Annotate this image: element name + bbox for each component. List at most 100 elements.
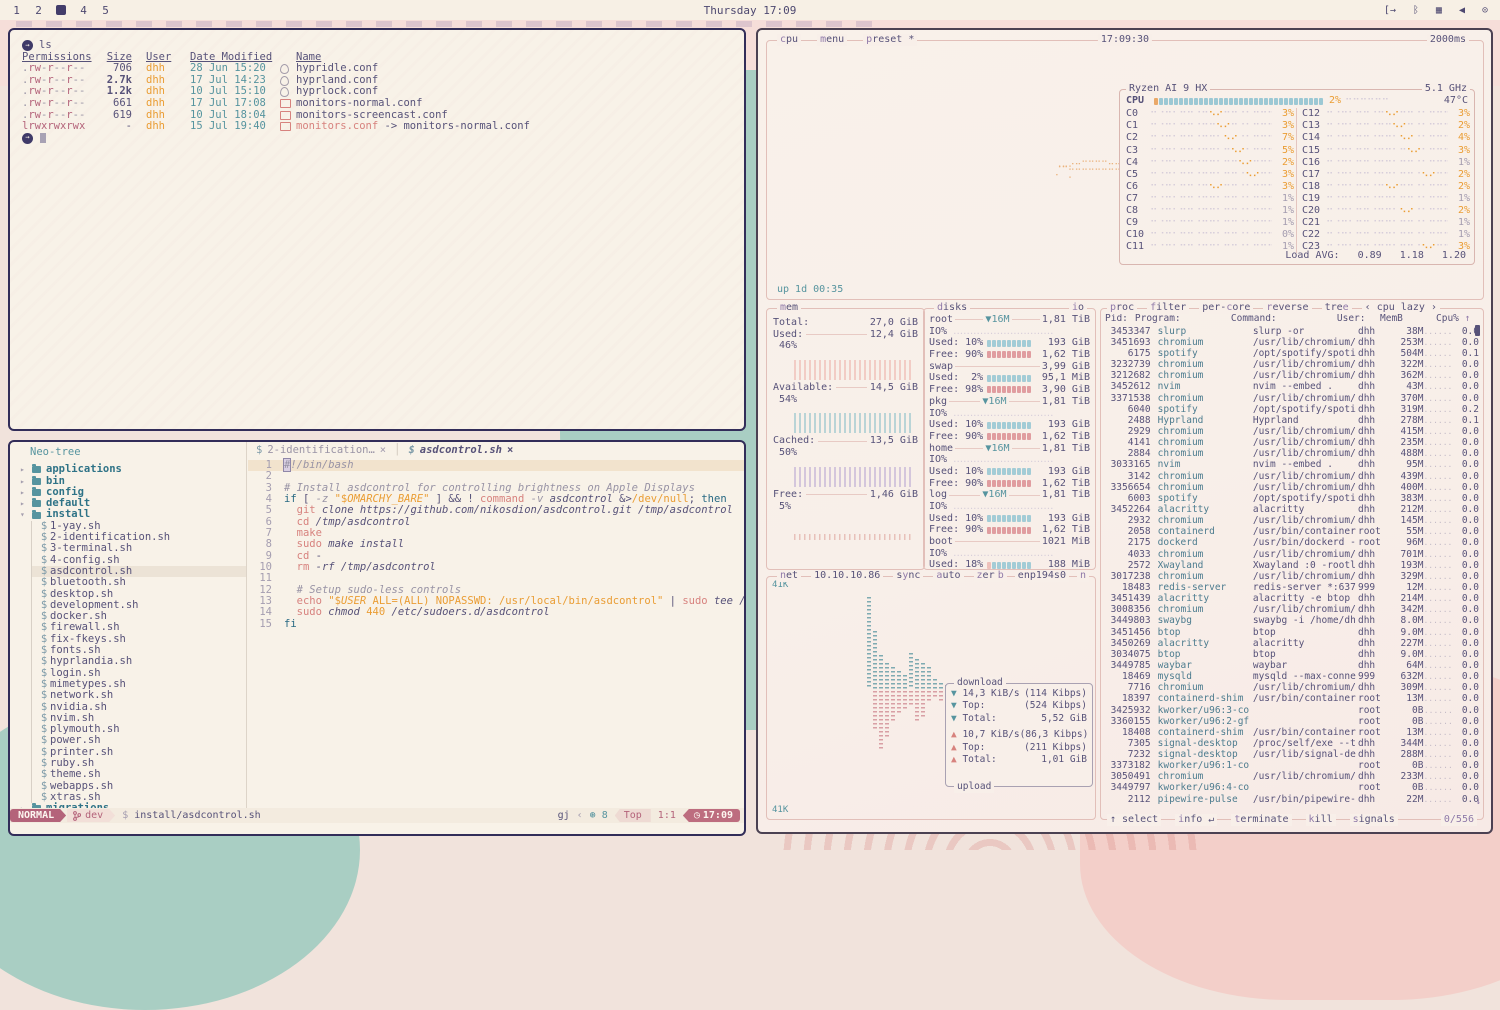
net-tab[interactable]: net [777, 570, 801, 582]
tree-file-hyprlandia.sh[interactable]: $hyprlandia.sh [32, 656, 246, 667]
process-row[interactable]: 2884chromium/usr/lib/chromium/dhh488M...… [1105, 449, 1479, 460]
process-row[interactable]: 3360155kworker/u96:2-gfroot0B......0.0 [1105, 716, 1479, 727]
proc-tab-cpulazy[interactable]: ‹ cpu lazy › [1362, 302, 1440, 314]
process-row[interactable]: 2175dockerd/usr/bin/dockerd -root96M....… [1105, 538, 1479, 549]
process-row[interactable]: 18408containerd-shim/usr/bin/containerro… [1105, 727, 1479, 738]
process-row[interactable]: 3356654chromium/usr/lib/chromium/dhh400M… [1105, 482, 1479, 493]
action-terminate[interactable]: terminate [1231, 814, 1291, 826]
process-row[interactable]: 18483redis-serverredis-server *:63799912… [1105, 582, 1479, 593]
io-tab[interactable]: io [1069, 302, 1087, 313]
process-row[interactable]: 3449803swaybgswaybg -i /home/dhdhh8.0M..… [1105, 616, 1479, 627]
process-row[interactable]: 3371538chromium/usr/lib/chromium/dhh370M… [1105, 393, 1479, 404]
process-row[interactable]: 3373182kworker/u96:1-coroot0B......0.0 [1105, 760, 1479, 771]
screencast-icon[interactable]: [→ [1384, 5, 1396, 16]
tree-file-theme.sh[interactable]: $theme.sh [32, 769, 246, 780]
code-line[interactable]: 15fi [248, 619, 744, 630]
core-row: C10⠒⠐⠒⠂⠒⠒⠐⠒⠒⠂⠒⠒⠐⠂⠒⠒⠒⠐0% [1126, 229, 1294, 241]
btop-tab-cpu[interactable]: cpu [777, 34, 801, 46]
tab-close-icon[interactable]: × [507, 444, 513, 456]
action-info[interactable]: info ↵ [1175, 814, 1217, 826]
prompt-line[interactable]: → [22, 133, 744, 144]
workspace-4[interactable]: 4 [79, 4, 88, 17]
process-row[interactable]: 3453347slurpslurp -ordhh38M........0.0 [1105, 326, 1479, 337]
process-row[interactable]: 3033165nvimnvim --embed .dhh95M........0… [1105, 460, 1479, 471]
btop-tab-menu[interactable]: menu [817, 34, 847, 46]
process-row[interactable]: 3008356chromium/usr/lib/chromium/dhh342M… [1105, 605, 1479, 616]
process-row[interactable]: 7232signal-desktop/usr/lib/signal-dedhh2… [1105, 749, 1479, 760]
process-row[interactable]: 2572XwaylandXwayland :0 -rootldhh193M...… [1105, 560, 1479, 571]
bluetooth-icon[interactable]: ᛒ [1413, 5, 1419, 16]
process-row[interactable]: 3452264alacrittyalacrittydhh212M........… [1105, 504, 1479, 515]
tab-2-identification…[interactable]: $2-identification…× [256, 444, 386, 456]
memory-tab[interactable]: mem [777, 302, 801, 314]
tab-close-icon[interactable]: × [380, 444, 386, 456]
tree-file-3-terminal.sh[interactable]: $3-terminal.sh [32, 543, 246, 554]
proc-tab-percore[interactable]: per-core [1199, 302, 1253, 314]
chevron-right-icon: ▸ [20, 464, 30, 475]
workspace-2[interactable]: 2 [34, 4, 43, 17]
process-row[interactable]: 3452612nvimnvim --embed .dhh43M........0… [1105, 382, 1479, 393]
process-row[interactable]: 3450269alacrittyalacrittydhh227M........… [1105, 638, 1479, 649]
process-row[interactable]: 7716chromium/usr/lib/chromium/dhh309M...… [1105, 683, 1479, 694]
process-row[interactable]: 4033chromium/usr/lib/chromium/dhh701M...… [1105, 549, 1479, 560]
process-row[interactable]: 2058containerd/usr/bin/containerroot55M.… [1105, 527, 1479, 538]
process-row[interactable]: 3017238chromium/usr/lib/chromium/dhh329M… [1105, 571, 1479, 582]
process-row[interactable]: 4141chromium/usr/lib/chromium/dhh235M...… [1105, 437, 1479, 448]
process-row[interactable]: 6040spotify/opt/spotify/spotidhh319M....… [1105, 404, 1479, 415]
proc-tab-tree[interactable]: tree [1322, 302, 1352, 314]
update-interval[interactable]: 2000ms [1427, 34, 1469, 46]
process-row[interactable]: 2929chromium/usr/lib/chromium/dhh415M...… [1105, 426, 1479, 437]
process-row[interactable]: 2932chromium/usr/lib/chromium/dhh145M...… [1105, 515, 1479, 526]
disks-tab[interactable]: disks [934, 302, 970, 314]
code-line[interactable]: 6 cd /tmp/asdcontrol [248, 517, 744, 528]
proc-tab-proc[interactable]: proc [1107, 302, 1137, 314]
proc-tab-filter[interactable]: filter [1147, 302, 1189, 314]
process-row[interactable]: 3212682chromium/usr/lib/chromium/dhh362M… [1105, 371, 1479, 382]
process-row[interactable]: 6003spotify/opt/spotify/spotidhh383M....… [1105, 493, 1479, 504]
tab-asdcontrol.sh[interactable]: $asdcontrol.sh× [408, 444, 513, 456]
action-kill[interactable]: kill [1306, 814, 1336, 826]
workspace-5[interactable]: 5 [101, 4, 110, 17]
volume-icon[interactable]: ◀ [1459, 5, 1465, 16]
action-signals[interactable]: signals [1350, 814, 1398, 826]
process-row[interactable]: 6175spotify/opt/spotify/spotidhh504M....… [1105, 348, 1479, 359]
process-row[interactable]: 3142chromium/usr/lib/chromium/dhh439M...… [1105, 471, 1479, 482]
network-icon[interactable]: ▦ [1436, 5, 1442, 16]
cpu-graph-activity: ⢀⣀⡠⠤⠒⠒⠒⠒⠤⠤ ⠈⠉⠒⠒⠒⠒⠒⠒⠒⠒ ⠁⠀⠂⠀⠀⠀⠀ [1055, 159, 1121, 183]
scrollbar-thumb[interactable] [1475, 325, 1480, 336]
proc-tab-reverse[interactable]: reverse [1263, 302, 1311, 314]
code-line[interactable]: 10 rm -rf /tmp/asdcontrol [248, 562, 744, 573]
iface-n[interactable]: n [1077, 570, 1089, 582]
core-row: C0⠒⠐⠒⠂⠒⠒⠐⠒⠢⠔⠒⠒⠐⠂⠒⠒⠒⠐3% [1126, 108, 1294, 120]
workspace-1[interactable]: 1 [12, 4, 21, 17]
workspace-3[interactable] [56, 5, 66, 15]
tree-file-bluetooth.sh[interactable]: $bluetooth.sh [32, 577, 246, 588]
script-file-icon: $ [38, 769, 50, 780]
process-row[interactable]: 2488HyprlandHyprlanddhh278M........0.1 [1105, 415, 1479, 426]
process-row[interactable]: 18397containerd-shim/usr/bin/containerro… [1105, 694, 1479, 705]
net-tab-auto[interactable]: auto [933, 570, 963, 582]
btop-tab-preset[interactable]: preset * [863, 34, 917, 46]
process-row[interactable]: 3449785waybarwaybardhh64M........0.0 [1105, 660, 1479, 671]
process-row[interactable]: 3451456btopbtopdhh9.0M........0.0 [1105, 627, 1479, 638]
process-row[interactable]: 7305signal-desktop/proc/self/exe --tdhh3… [1105, 738, 1479, 749]
process-row[interactable]: 3449797kworker/u96:4-coroot0B......0.0 [1105, 783, 1479, 794]
process-row[interactable]: 3232739chromium/usr/lib/chromium/dhh322M… [1105, 359, 1479, 370]
process-row[interactable]: 3451693chromium/usr/lib/chromium/dhh253M… [1105, 337, 1479, 348]
iface-b[interactable]: b [995, 570, 1007, 582]
net-tab-sync[interactable]: sync [893, 570, 923, 582]
code-area[interactable]: 1#!/bin/bash23# Install asdcontrol for c… [248, 460, 744, 630]
process-row[interactable]: 3451439alacrittyalacritty -e btopdhh214M… [1105, 593, 1479, 604]
code-line[interactable]: 1#!/bin/bash [248, 460, 744, 471]
tree-file-network.sh[interactable]: $network.sh [32, 690, 246, 701]
process-row[interactable]: 3425932kworker/u96:3-coroot0B......0.0 [1105, 705, 1479, 716]
code-line[interactable]: 8 sudo make install [248, 539, 744, 550]
tree-dir-applications[interactable]: ▸applications [10, 464, 246, 475]
process-row[interactable]: 2112pipewire-pulse/usr/bin/pipewire-dhh2… [1105, 794, 1479, 805]
process-row[interactable]: 3050491chromium/usr/lib/chromium/dhh233M… [1105, 772, 1479, 783]
terminal-output[interactable]: →lsPermissionsSizeUserDate ModifiedName.… [10, 30, 744, 144]
process-row[interactable]: 3034075btopbtopdhh9.0M........0.0 [1105, 649, 1479, 660]
code-line[interactable]: 14 sudo chmod 440 /etc/sudoers.d/asdcont… [248, 607, 744, 618]
power-icon[interactable]: ⊙ [1482, 5, 1488, 16]
process-row[interactable]: 18469mysqldmysqld --max-conne999632M....… [1105, 671, 1479, 682]
